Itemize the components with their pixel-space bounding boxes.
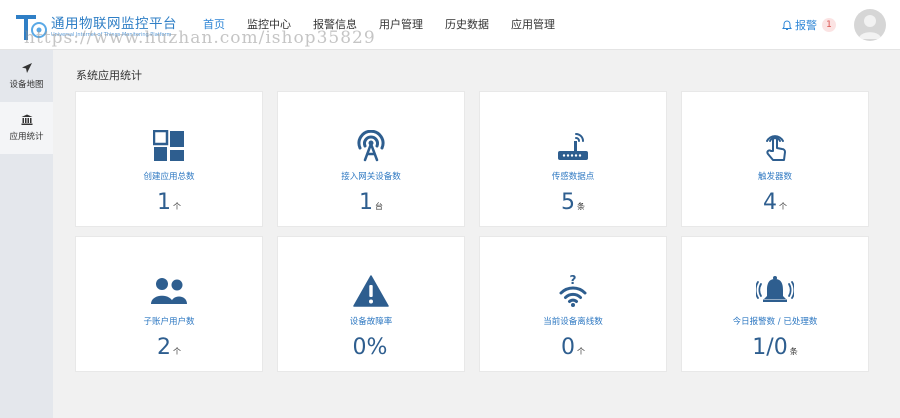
signal-tower-icon [357, 130, 385, 162]
stat-card-gateway-count: 接入网关设备数 1 台 [277, 91, 465, 227]
stat-value: 5 [561, 190, 575, 215]
stat-unit: 条 [789, 347, 798, 356]
stat-value: 1/0 [752, 335, 788, 360]
stat-card-app-count: 创建应用总数 1 个 [75, 91, 263, 227]
stat-unit: 台 [375, 202, 383, 211]
stat-label: 触发器数 [757, 172, 792, 182]
alarm-label: 报警 [795, 19, 817, 32]
stat-label: 接入网关设备数 [341, 172, 401, 182]
sidebar-item-app-stats[interactable]: 应用统计 [0, 102, 53, 154]
nav-history-data[interactable]: 历史数据 [434, 0, 500, 50]
stat-card-alarm-today: 今日报警数 / 已处理数 1/0 条 [681, 236, 869, 372]
paper-plane-icon [21, 63, 32, 73]
bank-icon [21, 114, 32, 125]
sidebar-item-label: 设备地图 [9, 80, 44, 90]
stat-card-failure-rate: 设备故障率 0% [277, 236, 465, 372]
user-avatar[interactable] [854, 9, 886, 41]
stat-unit: 个 [779, 202, 787, 211]
sidebar: 设备地图 应用统计 [0, 50, 53, 418]
warning-triangle-icon [353, 275, 389, 307]
nav-home[interactable]: 首页 [192, 0, 236, 50]
stat-unit: 个 [173, 347, 181, 356]
nav-app-management[interactable]: 应用管理 [500, 0, 566, 50]
stat-value: 1 [359, 190, 373, 215]
stat-value: 4 [763, 190, 777, 215]
top-header: 通用物联网监控平台 Universal Internet of Things M… [0, 0, 900, 50]
stat-value: 0 [561, 335, 575, 360]
logo-icon [16, 15, 47, 40]
nav-user-management[interactable]: 用户管理 [368, 0, 434, 50]
stat-card-offline-devices: ? 当前设备离线数 0 个 [479, 236, 667, 372]
stat-label: 子账户用户数 [143, 317, 195, 327]
stat-value: 0% [352, 335, 388, 360]
stat-card-trigger-count: 触发器数 4 个 [681, 91, 869, 227]
avatar-placeholder-icon [859, 15, 881, 39]
app-title: 通用物联网监控平台 [51, 16, 177, 32]
touch-hand-icon [766, 135, 786, 161]
alarm-count-badge: 1 [822, 18, 836, 32]
stat-label: 今日报警数 / 已处理数 [732, 317, 818, 327]
stat-label: 传感数据点 [551, 172, 595, 182]
stat-unit: 个 [577, 347, 585, 356]
app-subtitle: Universal Internet of Things Monitoring … [51, 32, 172, 38]
nav-alarm-info[interactable]: 报警信息 [302, 0, 368, 50]
wifi-question-icon: ? [559, 274, 587, 307]
router-icon [558, 133, 588, 160]
svg-text:?: ? [570, 274, 577, 287]
stat-card-sensor-points: 传感数据点 5 条 [479, 91, 667, 227]
users-icon [151, 278, 187, 304]
app-logo[interactable]: 通用物联网监控平台 Universal Internet of Things M… [14, 8, 184, 44]
stat-label: 设备故障率 [349, 317, 393, 327]
stat-label: 创建应用总数 [143, 172, 195, 182]
stats-grid: 创建应用总数 1 个 接入网关设备数 1 台 传感数据点 5 条 触发器数 4 … [75, 91, 869, 372]
alarm-bell-icon [756, 276, 794, 302]
main-nav: 首页 监控中心 报警信息 用户管理 历史数据 应用管理 [192, 0, 566, 50]
sidebar-item-label: 应用统计 [9, 132, 44, 142]
page-title: 系统应用统计 [76, 69, 142, 82]
alarm-link[interactable]: 报警 1 [782, 17, 836, 33]
stat-label: 当前设备离线数 [543, 317, 603, 327]
stat-unit: 个 [173, 202, 181, 211]
nav-monitor-center[interactable]: 监控中心 [236, 0, 302, 50]
dashboard-tiles-icon [153, 130, 184, 161]
stat-value: 1 [157, 190, 171, 215]
stat-card-sub-account-users: 子账户用户数 2 个 [75, 236, 263, 372]
stat-value: 2 [157, 335, 171, 360]
stat-unit: 条 [577, 202, 585, 211]
bell-icon [782, 19, 792, 30]
sidebar-item-device-map[interactable]: 设备地图 [0, 50, 53, 102]
